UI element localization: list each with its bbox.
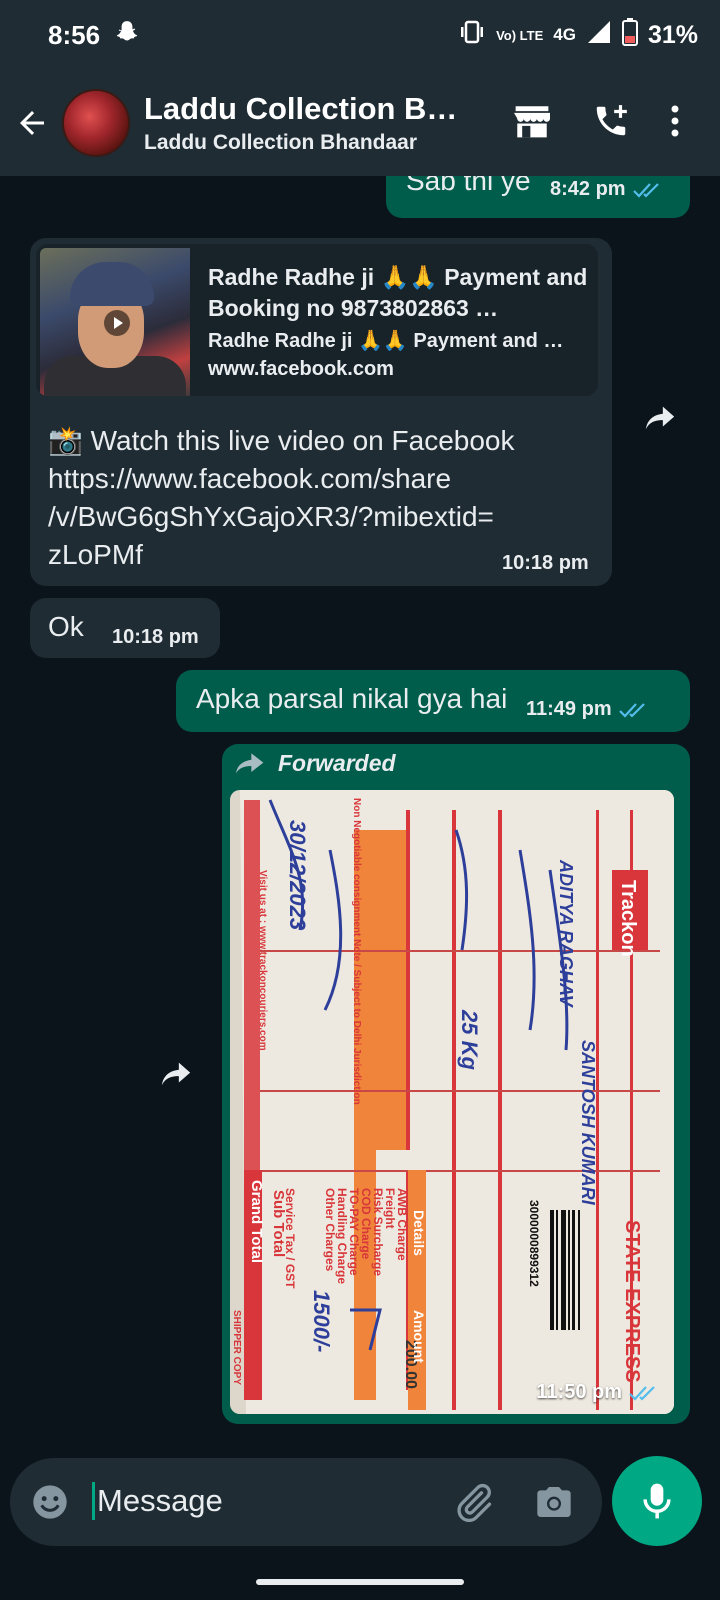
message-text: Ok bbox=[48, 611, 84, 642]
attach-button[interactable] bbox=[454, 1482, 494, 1527]
link-preview[interactable]: Radhe Radhe ji 🙏🙏 Payment and Booking no… bbox=[36, 244, 598, 396]
add-call-button[interactable] bbox=[592, 102, 630, 145]
slip-company: STATE EXPRESS bbox=[621, 1220, 643, 1383]
message-meta: 10:18 pm bbox=[502, 552, 589, 575]
back-button[interactable] bbox=[2, 105, 62, 141]
message-outgoing-image[interactable]: Forwarded STATE EXPRESS Trackon 30/12/20… bbox=[222, 744, 690, 1424]
more-vert-icon bbox=[671, 105, 679, 136]
slip-charge: Other Charges bbox=[323, 1188, 337, 1272]
signal-icon bbox=[586, 19, 612, 52]
avatar[interactable] bbox=[62, 89, 130, 157]
voice-message-button[interactable] bbox=[612, 1456, 702, 1546]
message-meta: 11:50 pm bbox=[536, 1381, 660, 1404]
store-icon bbox=[514, 105, 550, 137]
link-title: Radhe Radhe ji 🙏🙏 Payment and Booking no… bbox=[208, 264, 588, 321]
mic-icon bbox=[643, 1483, 671, 1519]
message-incoming-link[interactable]: Radhe Radhe ji 🙏🙏 Payment and Booking no… bbox=[30, 238, 612, 586]
camera-icon bbox=[537, 1487, 571, 1517]
battery-level: 31% bbox=[647, 20, 698, 49]
message-time: 8:42 pm bbox=[550, 178, 626, 200]
forward-icon bbox=[236, 752, 264, 773]
store-button[interactable] bbox=[512, 103, 552, 144]
slip-weight: 25 Kg bbox=[457, 1009, 482, 1070]
slip-barcode: 3000000899312 bbox=[527, 1200, 541, 1287]
slip-header-note: Non Negotiable consignment Note / Subjec… bbox=[351, 798, 362, 1105]
slip-brand: Trackon bbox=[617, 880, 639, 957]
forward-icon bbox=[645, 406, 675, 430]
slip-shipper-copy: SHIPPER COPY bbox=[231, 1310, 242, 1385]
battery-icon bbox=[621, 17, 638, 53]
double-tick-icon bbox=[629, 1385, 655, 1401]
message-link[interactable]: /v/BwG6gShYxGajoXR3/?mibextid= bbox=[48, 498, 608, 536]
message-meta: 11:49 pm bbox=[526, 698, 650, 721]
snapchat-icon bbox=[114, 19, 140, 52]
link-thumbnail bbox=[40, 248, 190, 396]
attach-icon bbox=[457, 1483, 492, 1523]
courier-slip-image: STATE EXPRESS Trackon 30/12/2023 ADITYA … bbox=[230, 790, 674, 1414]
double-tick-icon bbox=[632, 182, 659, 198]
message-text: Apka parsal nikal gya hai bbox=[196, 683, 508, 714]
more-options-button[interactable] bbox=[670, 104, 680, 143]
message-text: Sab thi ye bbox=[406, 176, 531, 196]
slip-consignee: SANTOSH KUMARI bbox=[578, 1040, 598, 1206]
forward-button[interactable] bbox=[152, 1050, 200, 1098]
message-placeholder: Message bbox=[92, 1482, 223, 1520]
message-link[interactable]: https://www.facebook.com/share bbox=[48, 460, 608, 498]
link-description: Radhe Radhe ji 🙏🙏 Payment and … bbox=[208, 330, 564, 352]
network-type: 4G bbox=[553, 25, 576, 44]
back-arrow-icon bbox=[20, 111, 44, 135]
play-icon bbox=[104, 310, 130, 336]
forward-button[interactable] bbox=[636, 394, 684, 442]
composer: Message bbox=[0, 1446, 720, 1600]
message-outgoing[interactable]: Apka parsal nikal gya hai 11:49 pm bbox=[176, 670, 690, 732]
message-meta: 10:18 pm bbox=[112, 626, 199, 649]
slip-date: 30/12/2023 bbox=[285, 820, 310, 930]
contact-info[interactable]: Laddu Collection B… Laddu Collection Bha… bbox=[144, 91, 512, 155]
link-domain: www.facebook.com bbox=[208, 358, 394, 380]
slip-amount-heading: Amount bbox=[411, 1310, 427, 1363]
message-input[interactable]: Message bbox=[10, 1458, 602, 1546]
status-time: 8:56 bbox=[48, 19, 101, 50]
emoji-icon bbox=[33, 1485, 67, 1519]
forward-icon bbox=[161, 1062, 191, 1086]
slip-details-heading: Details bbox=[411, 1210, 427, 1256]
message-incoming[interactable]: Ok 10:18 pm bbox=[30, 598, 220, 658]
contact-name: Laddu Collection B… bbox=[144, 91, 458, 126]
chat-header: Laddu Collection B… Laddu Collection Bha… bbox=[0, 70, 720, 176]
message-meta: 8:42 pm bbox=[550, 178, 664, 201]
volte-indicator: Vo) LTE bbox=[496, 27, 544, 43]
forwarded-label: Forwarded bbox=[234, 750, 396, 777]
message-outgoing[interactable]: Sab thi ye 8:42 pm bbox=[386, 176, 690, 218]
slip-website: Visit us at : www.trackoncouriers.com bbox=[257, 870, 268, 1051]
message-time: 10:18 pm bbox=[502, 552, 589, 574]
shared-photo[interactable]: STATE EXPRESS Trackon 30/12/2023 ADITYA … bbox=[230, 790, 674, 1414]
contact-subtitle: Laddu Collection Bhandaar bbox=[144, 131, 418, 154]
slip-consignor: ADITYA RAGHAV bbox=[556, 859, 576, 1009]
vibrate-icon bbox=[458, 19, 486, 52]
status-bar: 8:56 Vo) LTE 4G 31% bbox=[0, 0, 720, 70]
message-time: 11:50 pm bbox=[536, 1381, 622, 1403]
emoji-button[interactable] bbox=[30, 1482, 70, 1527]
slip-charge: Service Tax / GST bbox=[283, 1188, 297, 1289]
home-indicator[interactable] bbox=[256, 1579, 464, 1585]
double-tick-icon bbox=[618, 702, 645, 718]
message-time: 10:18 pm bbox=[112, 626, 199, 648]
slip-grand-total: 1500/- bbox=[309, 1290, 334, 1352]
chat-area[interactable]: Sab thi ye 8:42 pm Radhe Radhe ji 🙏🙏 Pay… bbox=[0, 176, 720, 1446]
slip-grand-total-heading: Grand Total bbox=[248, 1180, 265, 1263]
camera-button[interactable] bbox=[534, 1482, 574, 1527]
add-call-icon bbox=[596, 104, 627, 135]
message-time: 11:49 pm bbox=[526, 698, 612, 720]
